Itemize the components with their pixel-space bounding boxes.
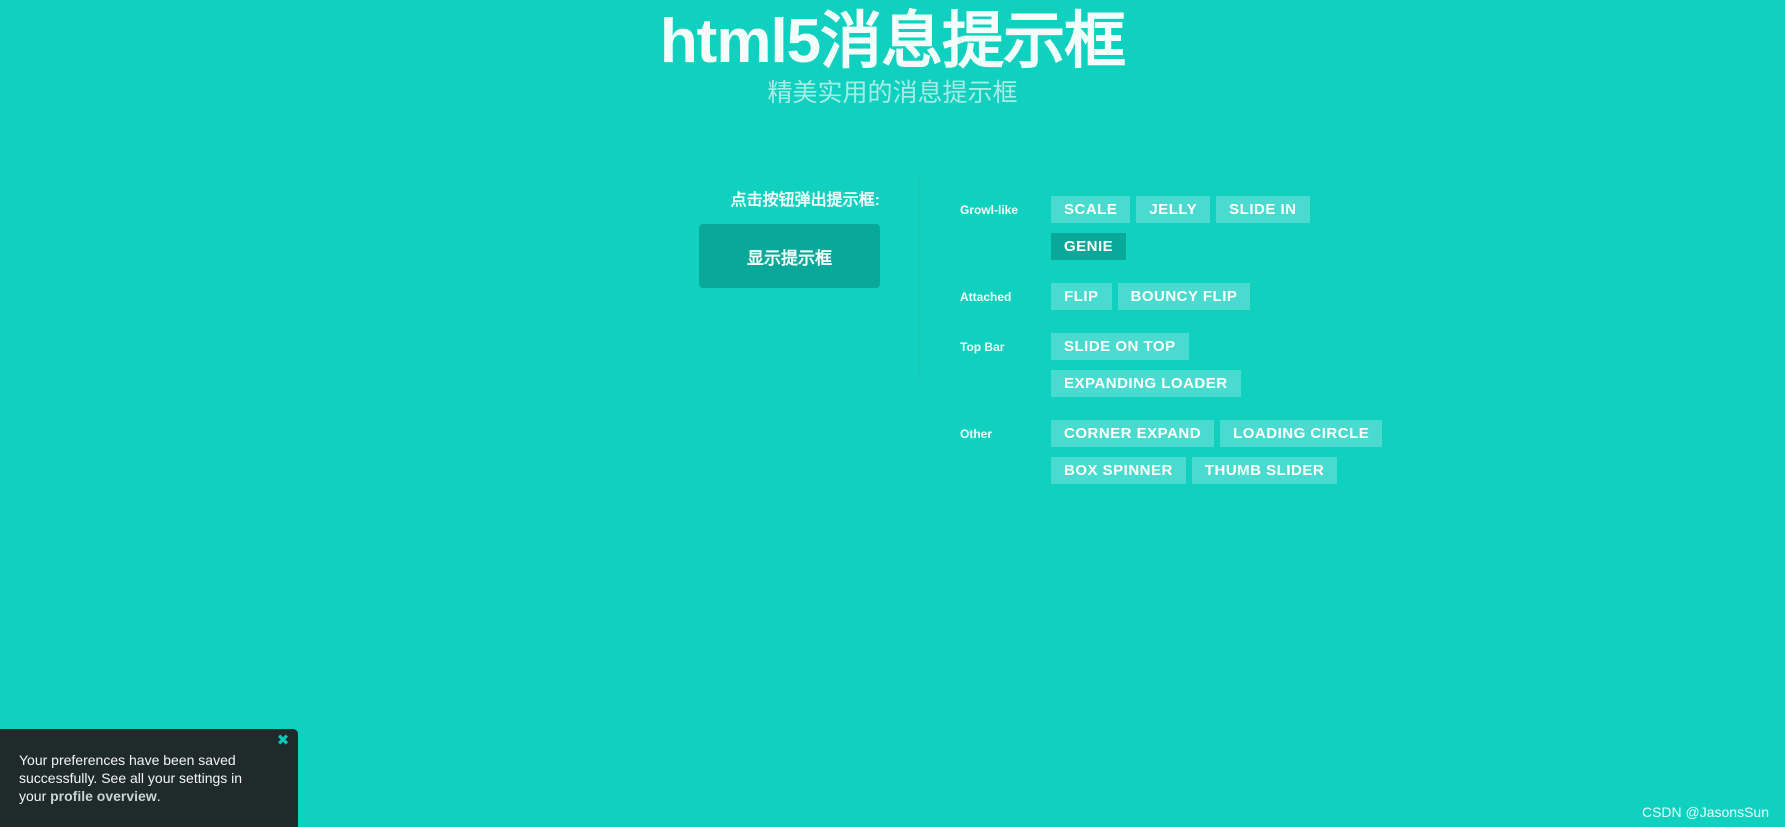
effect-button-slide-on-top[interactable]: SLIDE ON TOP bbox=[1051, 333, 1189, 360]
group-buttons: CORNER EXPAND LOADING CIRCLE BOX SPINNER… bbox=[1051, 420, 1390, 484]
page: html5消息提示框 精美实用的消息提示框 点击按钮弹出提示框: 显示提示框 G… bbox=[0, 0, 1785, 827]
group-label: Top Bar bbox=[960, 340, 1005, 354]
trigger-panel: 点击按钮弹出提示框: 显示提示框 bbox=[699, 186, 880, 288]
effect-button-scale[interactable]: SCALE bbox=[1051, 196, 1131, 223]
group-label: Growl-like bbox=[960, 203, 1019, 217]
effect-button-box-spinner[interactable]: BOX SPINNER bbox=[1051, 457, 1186, 484]
close-icon[interactable]: ✖ bbox=[276, 733, 290, 748]
group-buttons: SLIDE ON TOP EXPANDING LOADER bbox=[1051, 333, 1390, 397]
group-buttons: SCALE JELLY SLIDE IN GENIE bbox=[1051, 196, 1390, 260]
group-growl-like: Growl-like SCALE JELLY SLIDE IN GENIE bbox=[960, 196, 1390, 260]
show-notification-button[interactable]: 显示提示框 bbox=[699, 224, 880, 288]
toast-message-end: . bbox=[156, 788, 161, 804]
effect-button-loading-circle[interactable]: LOADING CIRCLE bbox=[1220, 420, 1383, 447]
notification-toast: ✖ Your preferences have been saved succe… bbox=[0, 729, 298, 827]
trigger-prompt: 点击按钮弹出提示框: bbox=[730, 192, 880, 209]
effect-button-bouncy-flip[interactable]: BOUNCY FLIP bbox=[1117, 283, 1251, 310]
effect-button-flip[interactable]: FLIP bbox=[1051, 283, 1112, 310]
effect-button-expanding-loader[interactable]: EXPANDING LOADER bbox=[1051, 370, 1241, 397]
group-label: Other bbox=[960, 427, 993, 441]
effect-button-corner-expand[interactable]: CORNER EXPAND bbox=[1051, 420, 1215, 447]
effect-button-genie[interactable]: GENIE bbox=[1051, 233, 1127, 260]
group-top-bar: Top Bar SLIDE ON TOP EXPANDING LOADER bbox=[960, 333, 1390, 397]
effect-button-thumb-slider[interactable]: THUMB SLIDER bbox=[1191, 457, 1338, 484]
page-title: html5消息提示框 bbox=[659, 7, 1126, 76]
divider bbox=[919, 178, 920, 378]
effect-options: Growl-like SCALE JELLY SLIDE IN GENIE At… bbox=[960, 196, 1390, 507]
watermark: CSDN @JasonsSun bbox=[1641, 804, 1769, 820]
group-attached: Attached FLIP BOUNCY FLIP bbox=[960, 283, 1390, 310]
effect-button-slide-in[interactable]: SLIDE IN bbox=[1216, 196, 1310, 223]
group-buttons: FLIP BOUNCY FLIP bbox=[1051, 283, 1390, 310]
effect-button-jelly[interactable]: JELLY bbox=[1136, 196, 1211, 223]
group-other: Other CORNER EXPAND LOADING CIRCLE BOX S… bbox=[960, 420, 1390, 484]
profile-overview-link[interactable]: profile overview bbox=[50, 788, 157, 804]
group-label: Attached bbox=[960, 290, 1012, 304]
page-subtitle: 精美实用的消息提示框 bbox=[767, 79, 1018, 107]
